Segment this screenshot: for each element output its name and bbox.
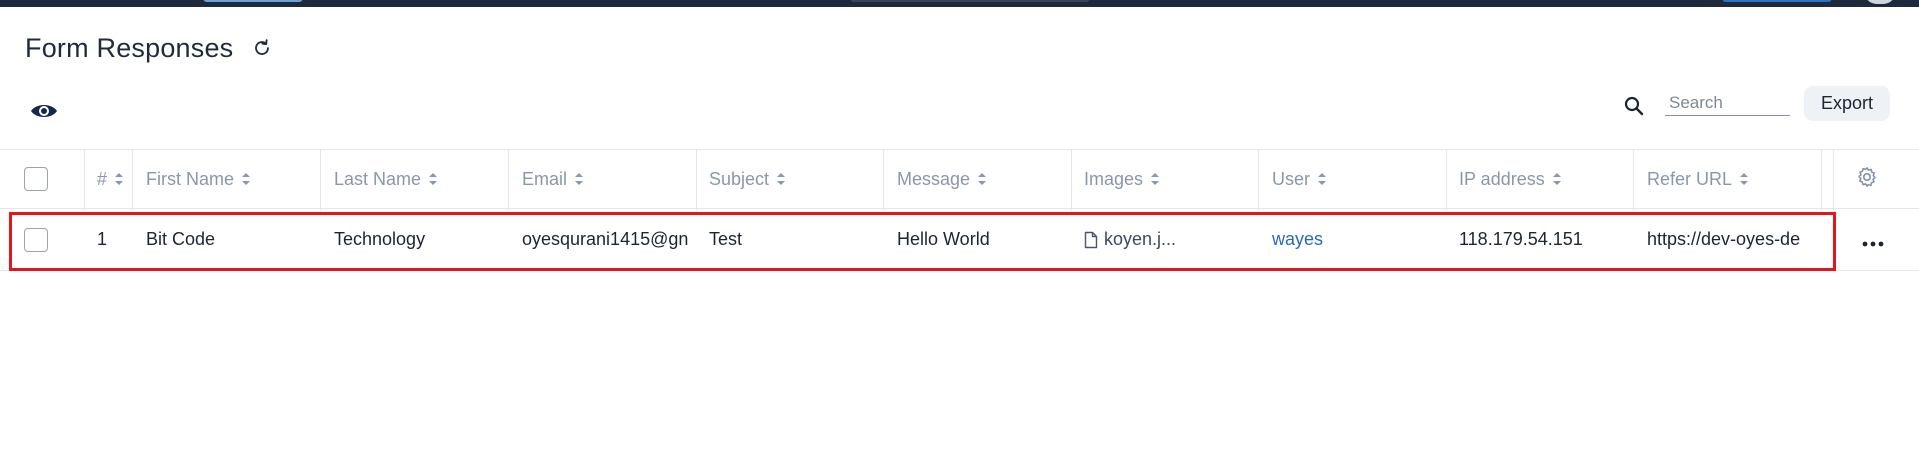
gear-icon[interactable]: [1855, 165, 1879, 194]
settings-cell: [1855, 150, 1905, 208]
sort-icon[interactable]: [1552, 173, 1561, 185]
column-header-label: Last Name: [334, 168, 422, 189]
sort-icon[interactable]: [1318, 173, 1327, 185]
sort-icon[interactable]: [1151, 173, 1160, 185]
column-header-label: Images: [1084, 168, 1144, 189]
column-divider: [1833, 150, 1834, 210]
search-input[interactable]: [1665, 90, 1790, 116]
column-header-label: Refer URL: [1647, 168, 1733, 189]
export-button[interactable]: Export: [1804, 86, 1890, 121]
row-actions-cell: [1862, 209, 1902, 270]
select-all-cell: [24, 150, 84, 208]
image-file-link[interactable]: koyen.j...: [1104, 229, 1176, 250]
column-header-user[interactable]: User: [1259, 150, 1446, 208]
column-header-label: Message: [897, 168, 971, 189]
user-link[interactable]: wayes: [1272, 229, 1323, 250]
column-header-images[interactable]: Images: [1071, 150, 1258, 208]
cell-refer-url: https://dev-oyes-de: [1647, 229, 1801, 249]
row-checkbox[interactable]: [24, 227, 48, 252]
column-header-last-name[interactable]: Last Name: [321, 150, 508, 208]
sort-icon[interactable]: [115, 173, 124, 185]
column-header-first-name[interactable]: First Name: [133, 150, 320, 208]
sort-icon[interactable]: [242, 173, 251, 185]
column-header-email[interactable]: Email: [509, 150, 696, 208]
search-icon[interactable]: [1622, 94, 1646, 118]
file-icon: [1084, 231, 1098, 249]
table-row[interactable]: 1 Bit Code Technology oyesqurani1415@gn …: [0, 209, 1919, 271]
top-bar-address[interactable]: [850, 0, 1090, 2]
top-bar-avatar[interactable]: [1864, 0, 1896, 4]
column-header-refer-url[interactable]: Refer URL: [1634, 150, 1821, 208]
column-header-ip-address[interactable]: IP address: [1446, 150, 1633, 208]
column-header-label: Email: [522, 168, 568, 189]
cell-ip-address: 118.179.54.151: [1459, 229, 1583, 249]
eye-icon[interactable]: [29, 98, 59, 124]
column-header-number[interactable]: #: [84, 150, 132, 208]
column-header-label: First Name: [146, 168, 235, 189]
sort-icon[interactable]: [1740, 173, 1749, 185]
column-header-label: #: [97, 168, 108, 189]
select-all-checkbox[interactable]: [24, 167, 48, 191]
top-bar-button[interactable]: [1722, 0, 1832, 2]
title-row: Form Responses: [25, 28, 273, 68]
sort-icon[interactable]: [978, 173, 987, 185]
cell-message: Hello World: [897, 229, 990, 249]
cell-last-name: Technology: [334, 229, 426, 249]
cell-email: oyesqurani1415@gn: [522, 229, 689, 249]
column-header-label: IP address: [1459, 168, 1545, 189]
row-select-cell: [24, 209, 84, 270]
more-horizontal-icon[interactable]: [1862, 227, 1884, 253]
sort-icon[interactable]: [429, 173, 438, 185]
table-header-row: # First Name Last Name Email Subject Mes…: [0, 149, 1919, 210]
sort-icon[interactable]: [777, 173, 786, 185]
column-header-subject[interactable]: Subject: [696, 150, 883, 208]
column-divider: [1821, 150, 1822, 210]
sort-icon[interactable]: [575, 173, 584, 185]
cell-first-name: Bit Code: [146, 229, 216, 249]
cell-subject: Test: [709, 229, 743, 249]
column-header-label: Subject: [709, 168, 770, 189]
cell-images: koyen.j...: [1071, 209, 1258, 270]
refresh-icon[interactable]: [251, 37, 273, 59]
cell-user: wayes: [1259, 209, 1446, 270]
top-bar-tab[interactable]: [203, 0, 303, 2]
column-header-label: User: [1272, 168, 1311, 189]
browser-top-bar: [0, 0, 1919, 7]
column-header-message[interactable]: Message: [884, 150, 1071, 208]
cell-number: 1: [97, 229, 108, 249]
page-title: Form Responses: [25, 32, 234, 63]
